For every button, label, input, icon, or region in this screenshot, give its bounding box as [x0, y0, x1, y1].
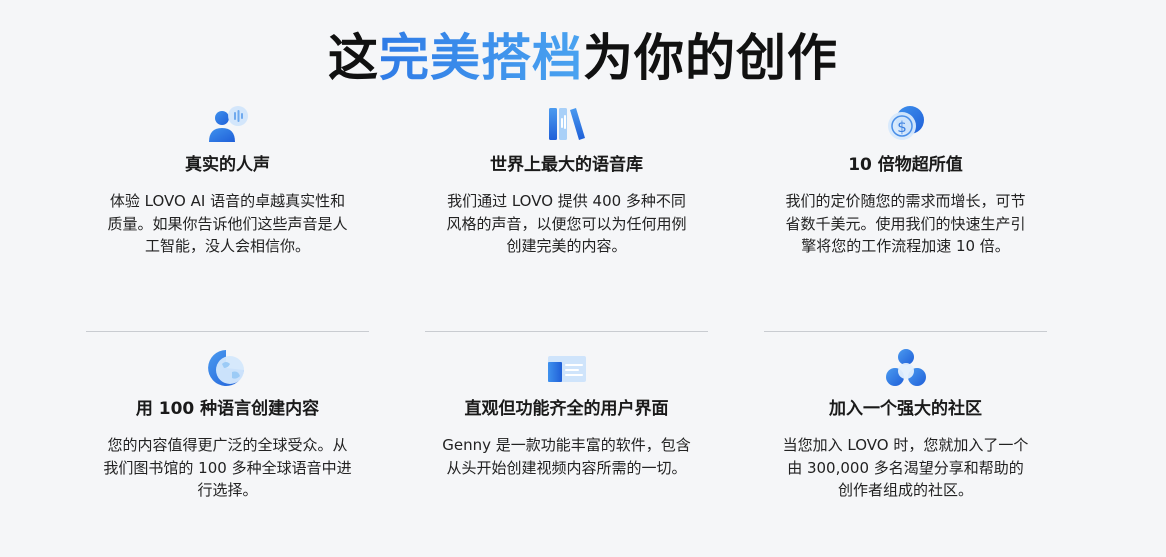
feature-description: 我们的定价随您的需求而增长，可节省数千美元。使用我们的快速生产引擎将您的工作流程…: [785, 192, 1026, 255]
editor-window-icon: [425, 348, 708, 388]
feature-card-ui: 直观但功能齐全的用户界面 Genny 是一款功能丰富的软件，包含从头开始创建视频…: [425, 348, 708, 479]
community-icon: [764, 348, 1047, 388]
feature-description: 体验 LOVO AI 语音的卓越真实性和质量。如果你告诉他们这些声音是人工智能，…: [107, 192, 348, 255]
feature-description: 当您加入 LOVO 时，您就加入了一个由 300,000 多名渴望分享和帮助的创…: [782, 436, 1029, 499]
feature-card-languages: 用 100 种语言创建内容 您的内容值得更广泛的全球受众。从我们图书馆的 100…: [86, 348, 369, 502]
feature-card-real-voice: 真实的人声 体验 LOVO AI 语音的卓越真实性和质量。如果你告诉他们这些声音…: [86, 104, 369, 258]
feature-title: 加入一个强大的社区: [829, 399, 982, 419]
headline-accent: 完美搭档: [379, 28, 583, 87]
divider: [764, 331, 1047, 332]
library-books-icon: [425, 104, 708, 144]
feature-title: 用 100 种语言创建内容: [135, 399, 320, 419]
coin-dollar-icon: $: [764, 104, 1047, 144]
voice-person-icon: [86, 104, 369, 144]
divider: [425, 331, 708, 332]
feature-title: 真实的人声: [185, 155, 270, 175]
feature-title: 世界上最大的语音库: [490, 155, 643, 175]
headline-part1: 这: [328, 28, 379, 87]
feature-card-voice-library: 世界上最大的语音库 我们通过 LOVO 提供 400 多种不同风格的声音，以便您…: [425, 104, 708, 258]
divider: [86, 331, 369, 332]
feature-card-community: 加入一个强大的社区 当您加入 LOVO 时，您就加入了一个由 300,000 多…: [764, 348, 1047, 502]
feature-description: 我们通过 LOVO 提供 400 多种不同风格的声音，以便您可以为任何用例创建完…: [446, 192, 687, 255]
feature-description: 您的内容值得更广泛的全球受众。从我们图书馆的 100 多种全球语音中进行选择。: [103, 436, 352, 499]
feature-title: 直观但功能齐全的用户界面: [464, 399, 669, 419]
feature-card-value: $ 10 倍物超所值 我们的定价随您的需求而增长，可节省数千美元。使用我们的快速…: [764, 104, 1047, 258]
svg-text:$: $: [897, 118, 907, 136]
feature-title: 10 倍物超所值: [848, 155, 963, 175]
feature-description: Genny 是一款功能丰富的软件，包含从头开始创建视频内容所需的一切。: [442, 436, 691, 477]
page-headline: 这完美搭档为你的创作: [0, 26, 1166, 90]
headline-part2: 为你的创作: [583, 28, 838, 87]
globe-icon: [86, 348, 369, 388]
